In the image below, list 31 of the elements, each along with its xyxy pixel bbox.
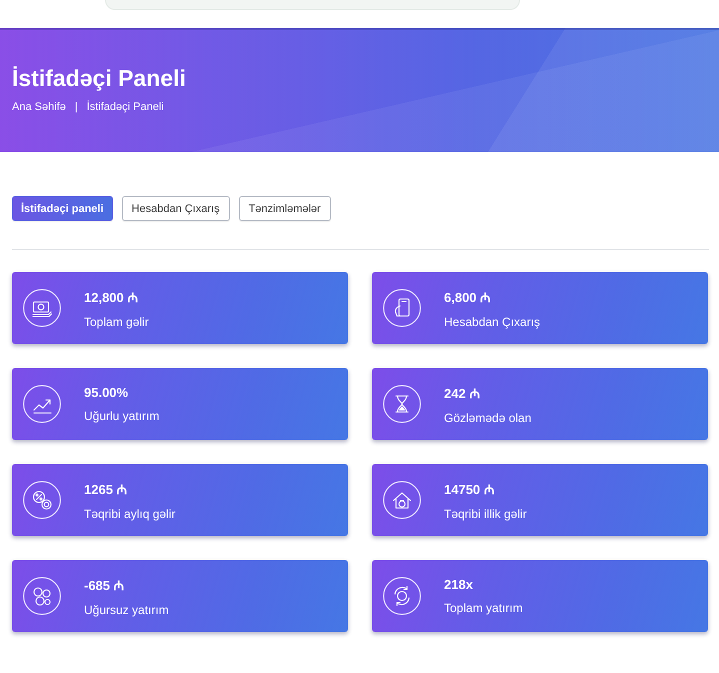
banknote-icon <box>23 289 61 327</box>
stat-value: 95.00% <box>84 385 130 400</box>
phone-in-hand-icon <box>383 289 421 327</box>
stat-value: 6,800 ₼ <box>444 288 492 306</box>
stat-label: Təqribi aylıq gəlir <box>84 506 176 520</box>
stat-label: Hesabdan Çıxarış <box>444 314 540 328</box>
tab[interactable]: Tənzimləmələr <box>238 196 331 221</box>
tab[interactable]: Hesabdan Çıxarış <box>122 196 230 221</box>
breadcrumb-current: İstifadəçi Paneli <box>86 101 164 113</box>
stat-value: -685 ₼ <box>84 576 126 594</box>
stat-label: Toplam gəlir <box>84 314 149 328</box>
trend-up-icon <box>23 385 61 423</box>
stat-value: 14750 ₼ <box>444 480 496 498</box>
page-title: İstifadəçi Paneli <box>12 64 186 93</box>
breadcrumb-separator: | <box>74 101 78 113</box>
stat-label: Toplam yatırım <box>444 601 523 615</box>
stat-label: Təqribi illik gəlir <box>444 506 527 520</box>
tab[interactable]: İstifadəçi paneli <box>12 196 113 221</box>
stat-label: Uğurlu yatırım <box>84 409 160 423</box>
stat-value: 218x <box>444 577 474 592</box>
percent-coin-icon <box>23 481 61 519</box>
coins-icon <box>23 577 61 615</box>
stat-label: Gözləmədə olan <box>444 410 532 424</box>
breadcrumb-link[interactable]: Ana Səhifə <box>12 101 66 113</box>
stat-label: Uğursuz yatırım <box>84 602 169 616</box>
stat-value: 242 ₼ <box>444 384 482 402</box>
house-icon <box>383 481 421 519</box>
hourglass-icon <box>383 385 421 423</box>
stat-value: 1265 ₼ <box>84 480 129 498</box>
circular-arrows-icon <box>383 577 421 615</box>
stat-value: 12,800 ₼ <box>84 288 140 306</box>
